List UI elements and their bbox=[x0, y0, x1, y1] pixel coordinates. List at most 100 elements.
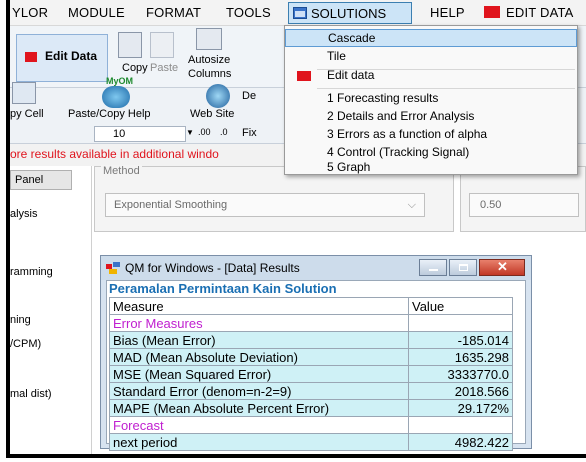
columns-label: Columns bbox=[188, 68, 232, 80]
menu-item-details-error-analysis[interactable]: 2 Details and Error Analysis bbox=[285, 108, 577, 126]
table-header-row: Measure Value bbox=[109, 297, 513, 315]
close-icon: ✕ bbox=[497, 259, 508, 274]
copy-icon[interactable] bbox=[118, 32, 142, 58]
edit-data-flag-icon bbox=[484, 6, 500, 18]
measure-cell: MAD (Mean Absolute Deviation) bbox=[109, 348, 409, 366]
font-size-value: 10 bbox=[113, 128, 126, 140]
alpha-group: 0.50 bbox=[460, 166, 586, 232]
section-spacer bbox=[408, 314, 513, 332]
section-label: Error Measures bbox=[109, 314, 409, 332]
menu-format[interactable]: FORMAT bbox=[146, 5, 201, 20]
myom-label: MyOM bbox=[106, 76, 133, 86]
section-label: Forecast bbox=[109, 416, 409, 434]
value-cell: 29.172% bbox=[408, 399, 513, 417]
left-panel-item[interactable]: ning bbox=[10, 314, 31, 326]
menu-edit-data[interactable]: EDIT DATA bbox=[506, 5, 574, 20]
menu-separator bbox=[317, 88, 575, 89]
minimize-button[interactable] bbox=[419, 259, 447, 276]
copy-cell-icon[interactable] bbox=[12, 82, 36, 104]
copy-label: Copy bbox=[122, 62, 148, 74]
solutions-dropdown: Cascade Tile Edit data 1 Forecasting res… bbox=[284, 25, 578, 175]
app-frame: YLOR MODULE FORMAT TOOLS SOLUTIONS HELP … bbox=[6, 0, 586, 458]
value-cell: 2018.566 bbox=[408, 382, 513, 400]
section-spacer bbox=[408, 416, 513, 434]
maximize-button[interactable] bbox=[449, 259, 477, 276]
table-row[interactable]: Standard Error (denom=n-2=9) 2018.566 bbox=[109, 382, 513, 400]
edit-data-label: Edit Data bbox=[45, 49, 98, 63]
font-size-chevron-icon[interactable]: ▼ bbox=[186, 128, 194, 137]
web-site-icon[interactable] bbox=[206, 84, 230, 108]
left-panel-item[interactable]: ramming bbox=[10, 266, 53, 278]
web-site-label[interactable]: Web Site bbox=[190, 108, 234, 120]
menu-taylor[interactable]: YLOR bbox=[12, 5, 48, 20]
table-row[interactable]: MAPE (Mean Absolute Percent Error) 29.17… bbox=[109, 399, 513, 417]
paste-icon[interactable] bbox=[150, 32, 174, 58]
results-window-title: QM for Windows - [Data] Results bbox=[125, 261, 300, 275]
frame-border-bottom bbox=[6, 454, 586, 458]
chevron-down-icon: ⌵ bbox=[407, 199, 416, 211]
menu-solutions[interactable]: SOLUTIONS bbox=[288, 2, 412, 24]
window-icon bbox=[293, 7, 307, 19]
qm-app-icon bbox=[106, 262, 120, 274]
left-panel-item[interactable]: /CPM) bbox=[10, 338, 41, 350]
value-cell: -185.014 bbox=[408, 331, 513, 349]
left-panel: Panel alysis ramming ning /CPM) mal dist… bbox=[10, 166, 92, 454]
menu-item-errors-alpha[interactable]: 3 Errors as a function of alpha bbox=[285, 126, 577, 144]
alpha-input[interactable]: 0.50 bbox=[469, 193, 579, 217]
menu-item-graph[interactable]: 5 Graph bbox=[285, 161, 577, 174]
menu-tools[interactable]: TOOLS bbox=[226, 5, 271, 20]
edit-data-button[interactable]: Edit Data bbox=[16, 34, 108, 82]
measure-cell: MAPE (Mean Absolute Percent Error) bbox=[109, 399, 409, 417]
menu-item-label: 3 Errors as a function of alpha bbox=[327, 127, 488, 141]
method-group: Method Exponential Smoothing ⌵ bbox=[94, 165, 454, 232]
method-select[interactable]: Exponential Smoothing ⌵ bbox=[105, 193, 425, 217]
menu-item-cascade[interactable]: Cascade bbox=[285, 29, 577, 47]
menu-item-edit-data[interactable]: Edit data bbox=[285, 67, 577, 85]
table-row[interactable]: MAD (Mean Absolute Deviation) 1635.298 bbox=[109, 348, 513, 366]
menu-item-forecasting-results[interactable]: 1 Forecasting results bbox=[285, 90, 577, 108]
menu-item-label: Cascade bbox=[328, 31, 376, 45]
decimal-decrease-icon[interactable]: .0 bbox=[220, 127, 228, 137]
table-row[interactable]: Bias (Mean Error) -185.014 bbox=[109, 331, 513, 349]
menu-item-label: 1 Forecasting results bbox=[327, 91, 439, 105]
edit-data-icon bbox=[25, 52, 37, 62]
measure-cell: Standard Error (denom=n-2=9) bbox=[109, 382, 409, 400]
paste-copy-help-label[interactable]: Paste/Copy Help bbox=[68, 108, 151, 120]
left-panel-item[interactable]: mal dist) bbox=[10, 388, 52, 400]
fix-label[interactable]: Fix bbox=[242, 127, 257, 139]
menu-item-label: 2 Details and Error Analysis bbox=[327, 109, 475, 123]
column-header-measure: Measure bbox=[109, 297, 409, 315]
myom-help-icon[interactable] bbox=[102, 86, 130, 108]
status-message: ore results available in additional wind… bbox=[10, 147, 219, 161]
value-cell: 4982.422 bbox=[408, 433, 513, 451]
edit-data-icon bbox=[297, 71, 311, 81]
menu-item-label: 4 Control (Tracking Signal) bbox=[327, 145, 470, 159]
section-row: Forecast bbox=[109, 416, 513, 434]
panel-button[interactable]: Panel bbox=[10, 170, 72, 190]
results-window-titlebar[interactable]: QM for Windows - [Data] Results ✕ bbox=[101, 256, 531, 280]
section-row: Error Measures bbox=[109, 314, 513, 332]
copy-cell-label[interactable]: py Cell bbox=[10, 108, 44, 120]
menu-item-tile[interactable]: Tile bbox=[285, 48, 577, 66]
measure-cell: Bias (Mean Error) bbox=[109, 331, 409, 349]
value-cell: 3333770.0 bbox=[408, 365, 513, 383]
close-button[interactable]: ✕ bbox=[479, 259, 525, 276]
menu-module[interactable]: MODULE bbox=[68, 5, 125, 20]
decimal-increase-icon[interactable]: .00 bbox=[198, 127, 211, 137]
measure-cell: MSE (Mean Squared Error) bbox=[109, 365, 409, 383]
ribbon-de-label: De bbox=[242, 90, 257, 102]
alpha-value: 0.50 bbox=[480, 199, 502, 211]
menu-item-label: Edit data bbox=[327, 68, 375, 82]
method-legend: Method bbox=[101, 165, 142, 177]
left-panel-item[interactable]: alysis bbox=[10, 208, 38, 220]
table-row[interactable]: next period 4982.422 bbox=[109, 433, 513, 451]
menu-item-label: Tile bbox=[327, 49, 346, 63]
measure-cell: next period bbox=[109, 433, 409, 451]
autosize-icon[interactable] bbox=[196, 28, 222, 50]
minimize-icon bbox=[429, 269, 438, 271]
font-size-select[interactable]: 10 bbox=[94, 126, 186, 142]
autosize-label: Autosize bbox=[188, 54, 231, 66]
table-row[interactable]: MSE (Mean Squared Error) 3333770.0 bbox=[109, 365, 513, 383]
column-header-value: Value bbox=[408, 297, 513, 315]
menu-help[interactable]: HELP bbox=[430, 5, 465, 20]
